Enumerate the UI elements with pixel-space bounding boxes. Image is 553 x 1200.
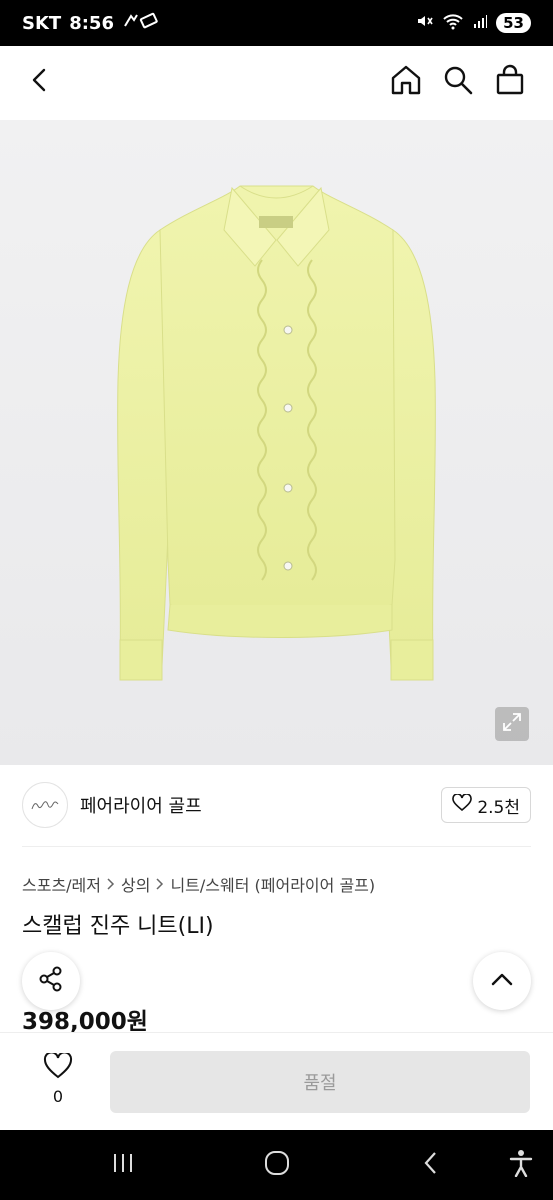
divider: [22, 846, 531, 847]
expand-icon: [501, 711, 523, 737]
cardigan-illustration: [117, 185, 436, 681]
recent-apps-button[interactable]: [108, 1150, 138, 1180]
recent-apps-icon: [111, 1152, 135, 1178]
chevron-right-icon: [107, 875, 115, 894]
seller-row[interactable]: 페어라이어 골프 2.5천: [22, 780, 531, 830]
shopping-bag-icon: [494, 64, 526, 100]
system-nav-bar: [0, 1130, 553, 1200]
back-button[interactable]: [20, 62, 60, 102]
signal-icon: [472, 12, 488, 35]
mute-icon: [416, 12, 434, 35]
fairliar-logo: [31, 801, 59, 810]
notification-icon: [122, 12, 158, 35]
breadcrumb-item-category[interactable]: 스포츠/레저: [22, 872, 101, 896]
wish-button[interactable]: 0: [30, 1051, 86, 1106]
seller-logo[interactable]: [22, 782, 68, 828]
bottom-action-bar: 0 품절: [0, 1032, 553, 1130]
accessibility-icon: [508, 1149, 534, 1181]
battery-indicator: 53: [496, 13, 531, 33]
breadcrumb-item-subcategory[interactable]: 상의: [121, 872, 150, 896]
product-image[interactable]: [0, 120, 553, 765]
follow-like-button[interactable]: 2.5천: [441, 787, 531, 823]
circle-home-icon: [264, 1150, 290, 1180]
like-count: 2.5천: [477, 797, 520, 818]
search-button[interactable]: [438, 62, 478, 102]
app-header: [0, 46, 553, 120]
soldout-button[interactable]: 품절: [110, 1051, 530, 1113]
breadcrumb-item-type[interactable]: 니트/스웨터 (페어라이어 골프): [170, 872, 375, 896]
home-nav-button[interactable]: [262, 1150, 292, 1180]
back-nav-button[interactable]: [416, 1150, 446, 1180]
home-icon: [389, 63, 423, 101]
chevron-up-icon: [490, 971, 514, 991]
expand-image-button[interactable]: [495, 707, 529, 741]
chevron-right-icon: [156, 875, 164, 894]
accessibility-button[interactable]: [506, 1150, 536, 1180]
heart-icon: [43, 1051, 73, 1083]
wifi-icon: [442, 12, 464, 35]
share-icon: [37, 965, 65, 997]
product-price: 398,000원: [22, 1009, 148, 1035]
product-title: 스캘럽 진주 니트(LI): [22, 914, 214, 939]
scroll-top-button[interactable]: [473, 952, 531, 1010]
seller-name[interactable]: 페어라이어 골프: [80, 792, 202, 818]
home-button[interactable]: [386, 62, 426, 102]
search-icon: [442, 64, 474, 100]
breadcrumb: 스포츠/레저 상의 니트/스웨터 (페어라이어 골프): [22, 872, 375, 896]
cart-button[interactable]: [490, 62, 530, 102]
clock: 8:56: [69, 12, 114, 34]
back-arrow-icon: [422, 1151, 440, 1179]
chevron-left-icon: [29, 67, 51, 97]
heart-icon: [452, 792, 473, 817]
carrier-label: SKT: [22, 12, 62, 34]
wish-count: 0: [52, 1087, 64, 1106]
status-bar: SKT 8:56 53: [0, 0, 553, 46]
